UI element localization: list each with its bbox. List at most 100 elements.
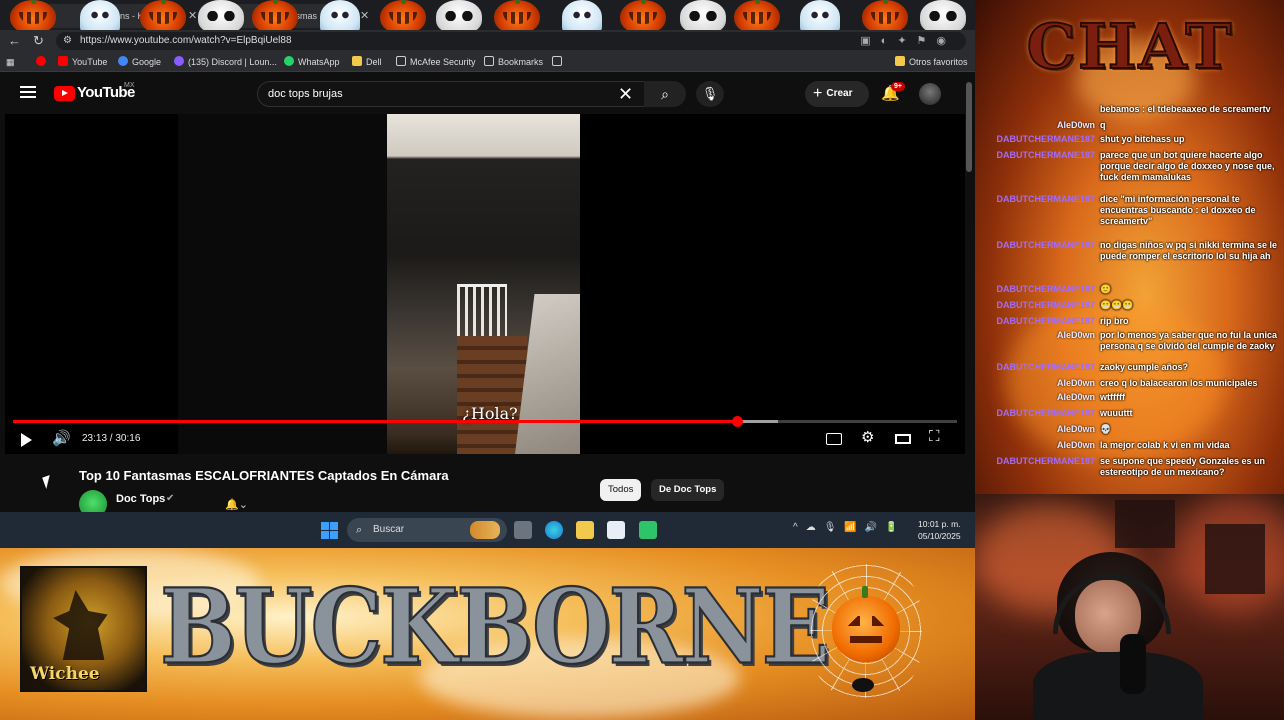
chip-all[interactable]: Todos <box>600 479 642 501</box>
clear-icon[interactable]: ✕ <box>618 82 633 106</box>
scrubber-handle[interactable] <box>732 416 744 427</box>
video-player[interactable]: ¿Hola? 🔊 23:13 / 30:16 ⚙ ⛶ <box>5 114 965 454</box>
video-wall <box>515 294 580 454</box>
chat-username[interactable]: DABUTCHERMANE187 <box>975 150 1095 161</box>
ghost-icon <box>80 0 120 34</box>
avatar[interactable] <box>919 83 941 105</box>
task-view-icon[interactable] <box>514 521 532 539</box>
volume-icon[interactable]: 🔊 <box>52 429 71 447</box>
chat-username[interactable]: DABUTCHERMANE187 <box>975 456 1095 467</box>
witch-icon <box>53 590 108 660</box>
store-icon[interactable] <box>607 521 625 539</box>
plus-icon: + <box>813 85 823 102</box>
bookmark-label: Google <box>132 57 162 67</box>
bookmark-label: Bookmarks <box>498 57 544 67</box>
webcam-feed <box>975 494 1284 720</box>
bookmark-whatsapp[interactable]: WhatsApp <box>284 52 340 72</box>
chat-username[interactable]: AleD0wn <box>975 378 1095 389</box>
scrollbar[interactable] <box>965 72 973 512</box>
chip-from-channel[interactable]: De Doc Tops <box>651 479 725 501</box>
theater-mode-icon[interactable] <box>895 434 911 444</box>
youtube-logo-icon[interactable] <box>54 86 75 101</box>
chat-username[interactable]: DABUTCHERMANE187 <box>975 316 1095 327</box>
chat-username[interactable]: DABUTCHERMANE187 <box>975 134 1095 145</box>
chat-title: CHAT <box>1026 9 1234 84</box>
bookmark-dell[interactable]: Dell <box>352 52 382 72</box>
fullscreen-icon[interactable]: ⛶ <box>929 428 940 445</box>
folder-icon <box>352 56 362 66</box>
progress-played <box>13 420 738 423</box>
close-icon[interactable]: ✕ <box>360 4 369 28</box>
taskbar-clock[interactable]: 10:01 p. m. 05/10/2025 <box>918 518 961 542</box>
bookmark-discord[interactable]: (135) Discord | Loun... <box>174 52 277 72</box>
back-icon[interactable]: ← <box>8 32 21 50</box>
subtitles-icon[interactable] <box>826 433 842 445</box>
chat-text: rip bro <box>1100 316 1129 326</box>
bookmark-blank[interactable] <box>552 52 566 72</box>
windows-start-icon[interactable] <box>321 522 338 539</box>
search-box[interactable]: doc tops brujas ✕ ⌕ <box>257 81 686 107</box>
system-tray-icons[interactable]: ^☁🎙📶🔊🔋 <box>793 522 906 533</box>
file-explorer-icon[interactable] <box>576 521 594 539</box>
settings-icon[interactable]: ⚙ <box>861 428 874 446</box>
channel-avatar[interactable] <box>79 490 107 512</box>
youtube-icon <box>58 56 68 66</box>
pumpkin-icon <box>140 0 186 34</box>
channel-name[interactable]: Doc Tops <box>116 493 165 505</box>
bookmark-mcafee[interactable]: McAfee Security <box>396 52 476 72</box>
chat-username[interactable]: AleD0wn <box>975 330 1095 341</box>
search-input[interactable]: doc tops brujas <box>268 82 343 106</box>
clock-date: 05/10/2025 <box>918 531 961 541</box>
scrollbar-thumb[interactable] <box>966 82 972 172</box>
apps-icon[interactable]: ▦ <box>6 52 15 72</box>
page-icon <box>396 56 406 66</box>
app-icon[interactable] <box>639 521 657 539</box>
search-icon[interactable]: ⌕ <box>644 81 686 107</box>
create-button[interactable]: + Crear <box>805 81 869 107</box>
pumpkin-icon <box>494 0 540 34</box>
close-icon[interactable]: ✕ <box>188 4 197 28</box>
menu-icon[interactable] <box>20 86 36 98</box>
bookmark-label: YouTube <box>72 57 108 67</box>
address-bar: ← ↻ ⚙ https://www.youtube.com/watch?v=El… <box>0 30 975 52</box>
verified-icon: ✔ <box>166 493 175 504</box>
bookmark-google[interactable]: Google <box>118 52 161 72</box>
chat-username[interactable]: AleD0wn <box>975 424 1095 435</box>
reload-icon[interactable]: ↻ <box>33 32 44 50</box>
jack-o-lantern-icon <box>832 586 900 662</box>
ghost-icon <box>320 0 360 34</box>
chat-username[interactable]: DABUTCHERMANE187 <box>975 408 1095 419</box>
skull-icon <box>920 0 966 34</box>
chat-username[interactable]: DABUTCHERMANE187 <box>975 284 1095 295</box>
widget-icon[interactable] <box>470 521 500 539</box>
pumpkin-icon <box>620 0 666 34</box>
chat-text: creo q lo balacearon los municipales <box>1100 378 1258 388</box>
chat-username[interactable]: AleD0wn <box>975 440 1095 451</box>
wall-poster <box>1205 524 1265 594</box>
extension-icons[interactable]: ▣◐✦⚑◉ <box>860 32 956 50</box>
youtube-header: YouTube MX doc tops brujas ✕ ⌕ 🎙 + Crear … <box>0 72 975 114</box>
chat-username[interactable]: DABUTCHERMANE187 <box>975 362 1095 373</box>
microphone-icon[interactable]: 🎙 <box>696 81 724 107</box>
chat-username[interactable]: DABUTCHERMANE187 <box>975 300 1095 311</box>
time-display: 23:13 / 30:16 <box>82 433 141 444</box>
chat-username[interactable]: DABUTCHERMANE187 <box>975 194 1095 205</box>
chat-username[interactable]: DABUTCHERMANE187 <box>975 240 1095 251</box>
other-bookmarks[interactable]: Otros favoritos <box>895 52 968 72</box>
progress-bar[interactable] <box>13 416 957 427</box>
url-field[interactable]: ⚙ https://www.youtube.com/watch?v=ElpBqi… <box>56 32 966 50</box>
bookmark-bookmarks[interactable]: Bookmarks <box>484 52 543 72</box>
chat-text: se supone que speedy Gonzales es un este… <box>1100 456 1266 477</box>
play-icon[interactable] <box>21 433 32 447</box>
search-icon: ⌕ <box>356 524 363 536</box>
site-info-icon[interactable]: ⚙ <box>63 32 72 50</box>
chat-username[interactable]: AleD0wn <box>975 392 1095 403</box>
subscription-bell-icon[interactable]: 🔔⌄ <box>225 498 248 511</box>
video-stairs <box>457 336 527 454</box>
video-frame[interactable] <box>387 114 580 454</box>
bookmark-label: (135) Discord | Loun... <box>188 57 277 67</box>
bookmark-youtube[interactable]: YouTube <box>58 52 107 72</box>
chat-username[interactable]: AleD0wn <box>975 120 1095 131</box>
bookmark-youtube-music[interactable] <box>36 52 50 72</box>
edge-icon[interactable] <box>545 521 563 539</box>
